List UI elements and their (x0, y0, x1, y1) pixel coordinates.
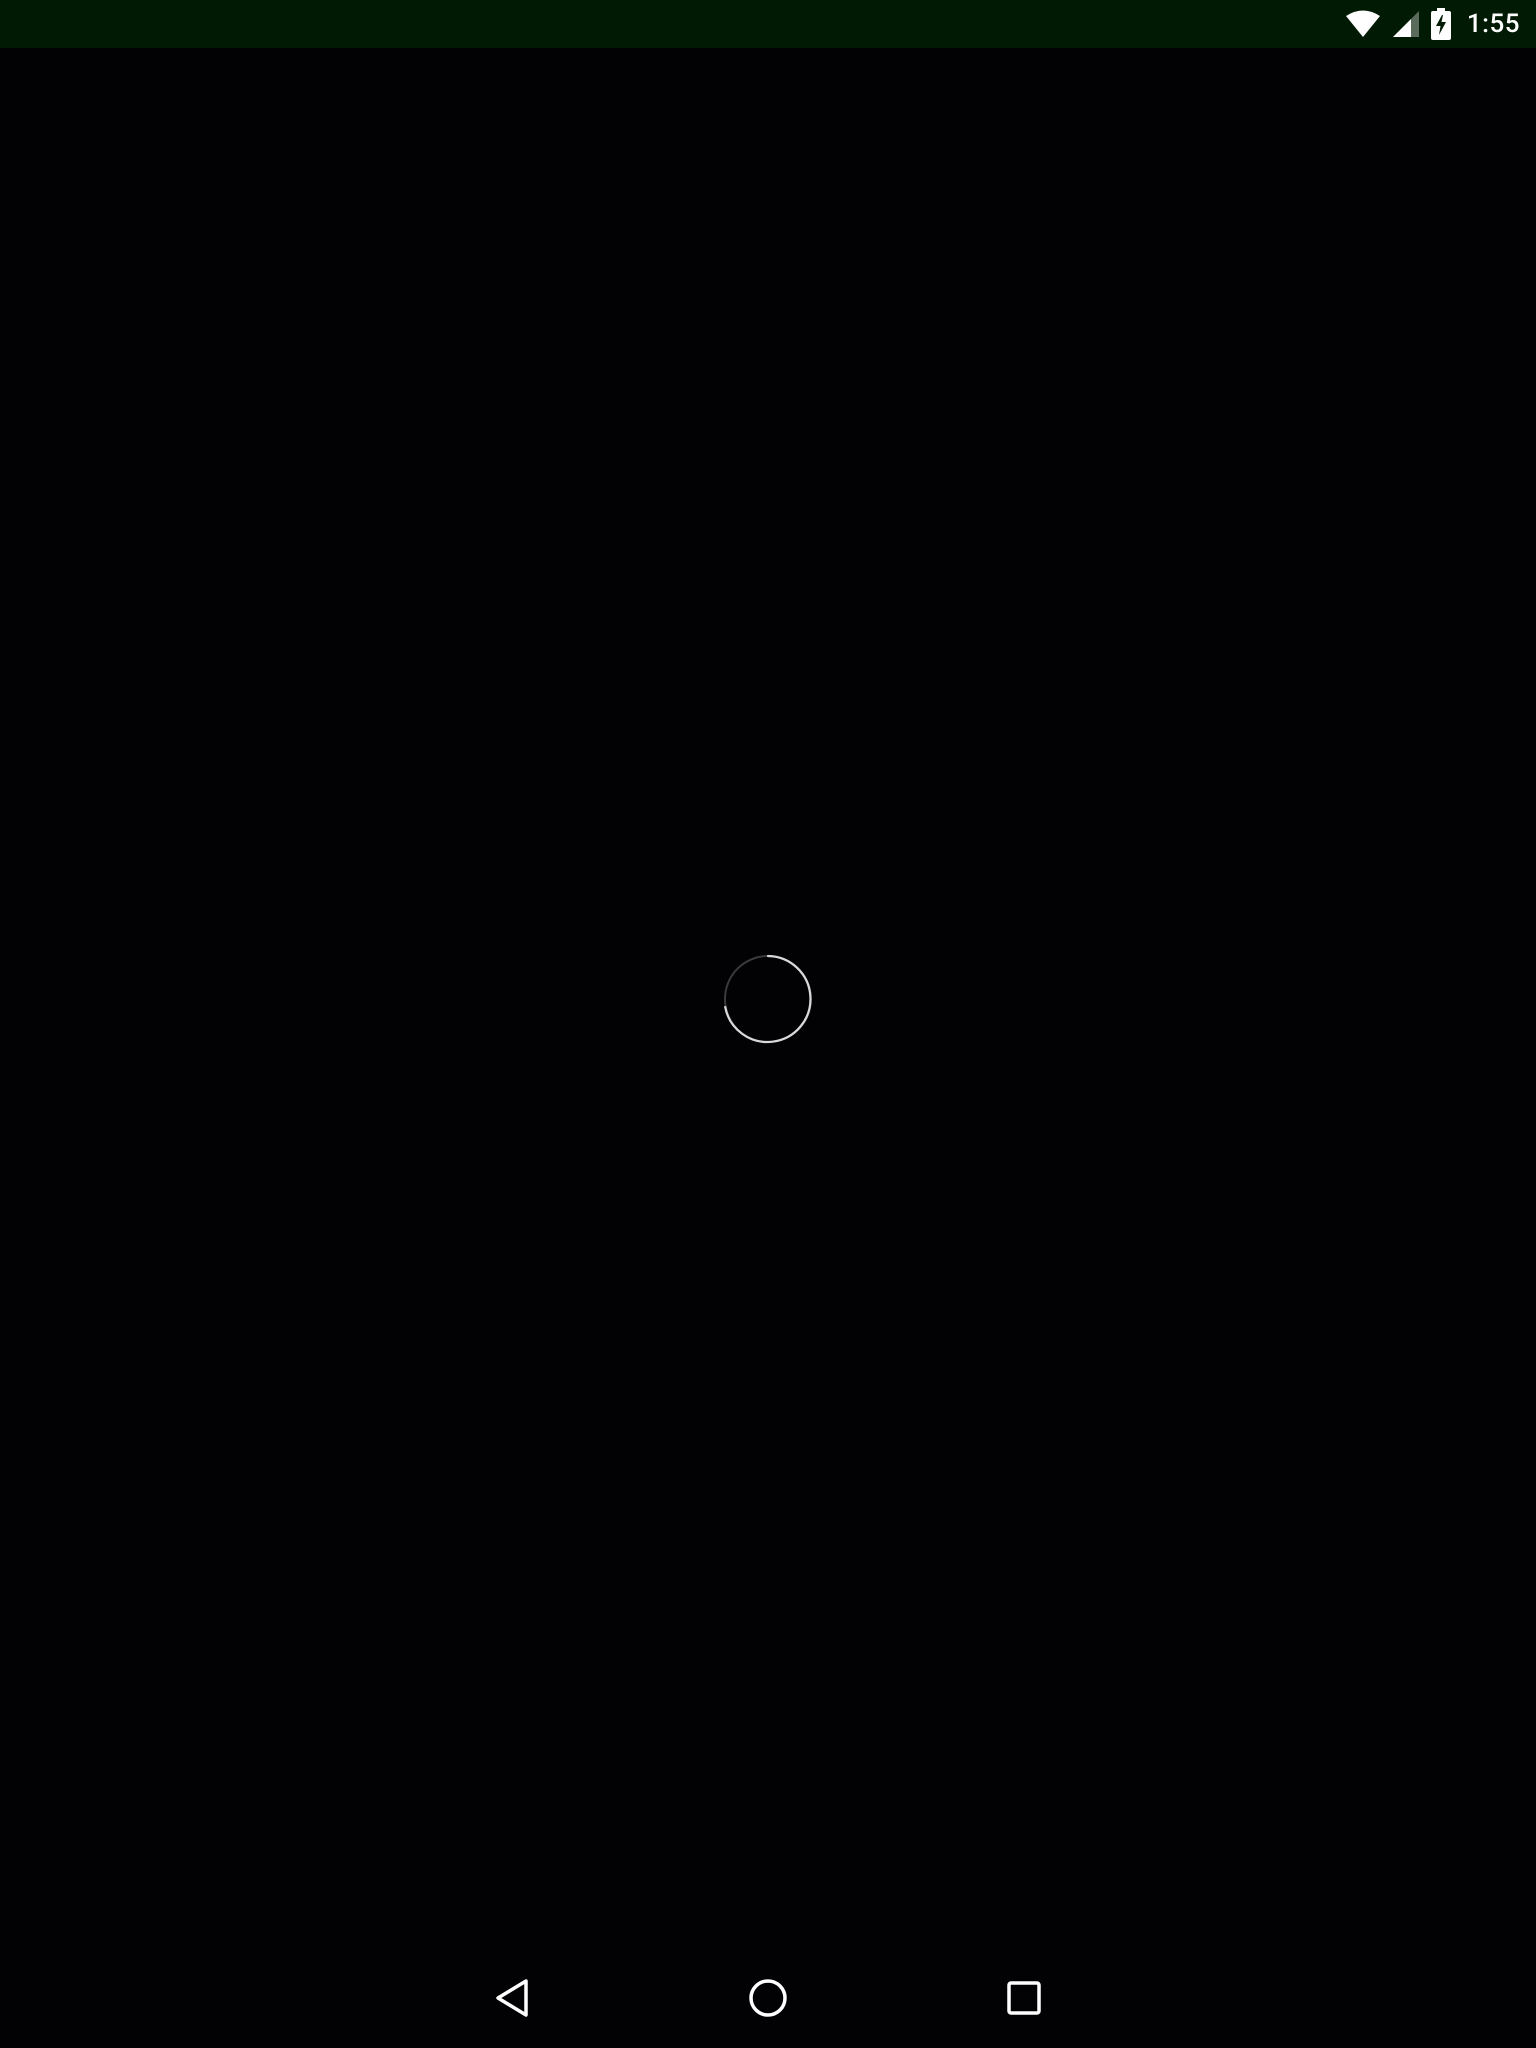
nav-buttons (484, 1972, 1052, 2028)
recents-icon (1007, 1981, 1041, 2019)
status-bar: 1:55 (0, 0, 1536, 48)
main-content (0, 48, 1536, 1952)
cellular-signal-icon (1391, 9, 1421, 39)
app-screen: 1:55 (0, 0, 1536, 2048)
recents-button[interactable] (996, 1972, 1052, 2028)
back-icon (494, 1978, 530, 2022)
battery-charging-icon (1430, 8, 1451, 40)
status-icons: 1:55 (1345, 8, 1520, 40)
home-icon (748, 1978, 788, 2022)
navigation-bar (0, 1952, 1536, 2048)
back-button[interactable] (484, 1972, 540, 2028)
status-clock: 1:55 (1466, 9, 1520, 39)
home-button[interactable] (740, 1972, 796, 2028)
loading-spinner (723, 954, 813, 1044)
wifi-icon (1345, 9, 1381, 39)
